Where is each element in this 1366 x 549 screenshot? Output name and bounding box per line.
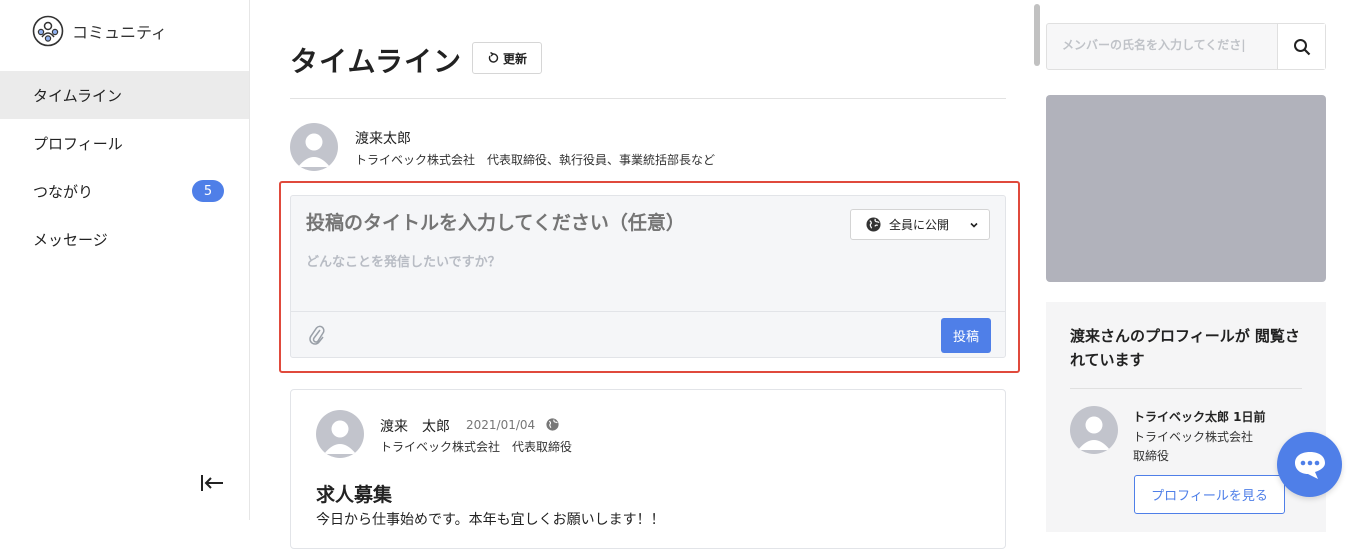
viewer-avatar[interactable] <box>1070 406 1118 454</box>
community-logo-icon <box>32 15 64 47</box>
search-button[interactable] <box>1277 24 1325 69</box>
refresh-button[interactable]: 更新 <box>472 42 542 74</box>
scrollbar-thumb[interactable] <box>1034 4 1040 66</box>
timeline-main: タイムライン 更新 渡来太郎 トライベック株式会社 代表取締役、執行役員、事業統… <box>250 0 1030 549</box>
ad-placeholder <box>1046 95 1326 282</box>
refresh-icon <box>488 52 499 63</box>
sidebar-item-messages[interactable]: メッセージ <box>0 215 249 263</box>
sidebar-item-profile[interactable]: プロフィール <box>0 119 249 167</box>
search-icon <box>1293 38 1310 55</box>
post-body-input[interactable]: どんなことを発信したいですか？ <box>306 251 501 270</box>
user-silhouette-icon <box>298 133 330 167</box>
visibility-value: 全員に公開 <box>889 218 950 232</box>
profile-viewers-panel: 渡来さんのプロフィールが 閲覧されています トライベック太郎 1日前 トライベッ… <box>1046 302 1326 532</box>
collapse-sidebar-icon[interactable] <box>199 472 225 494</box>
profile-viewers-title: 渡来さんのプロフィールが 閲覧されています <box>1070 327 1300 369</box>
sidebar: コミュニティ タイムライン プロフィール つながり 5 メッセージ <box>0 0 250 520</box>
refresh-label: 更新 <box>502 51 527 66</box>
member-search <box>1046 23 1326 70</box>
visibility-select[interactable]: 全員に公開 <box>850 209 990 240</box>
brand[interactable]: コミュニティ <box>32 15 167 47</box>
sidebar-item-label: プロフィール <box>33 134 123 153</box>
my-avatar[interactable] <box>290 123 338 171</box>
post-title-input[interactable] <box>306 212 836 234</box>
sidebar-item-connections[interactable]: つながり 5 <box>0 167 249 215</box>
globe-icon <box>866 217 881 232</box>
user-silhouette-icon <box>324 420 356 454</box>
viewer-name: トライベック太郎 1日前 <box>1133 410 1266 424</box>
post-author-description: トライベック株式会社 代表取締役 <box>380 440 573 454</box>
my-name: 渡来太郎 <box>355 131 411 147</box>
user-silhouette-icon <box>1078 416 1110 450</box>
sidebar-item-label: メッセージ <box>33 230 108 249</box>
divider <box>290 98 1006 99</box>
my-description: トライベック株式会社 代表取締役、執行役員、事業統括部長など <box>355 153 716 167</box>
public-globe-icon <box>546 418 559 431</box>
sidebar-item-timeline[interactable]: タイムライン <box>0 71 249 119</box>
app-name: コミュニティ <box>72 23 168 42</box>
chevron-down-icon <box>970 222 978 228</box>
divider <box>1070 388 1302 389</box>
post-submit-button[interactable]: 投稿 <box>941 318 991 353</box>
page-title: タイムライン <box>290 45 463 78</box>
sidebar-item-label: タイムライン <box>33 86 122 105</box>
post-date: 2021/01/04 <box>466 418 536 432</box>
post-title: 求人募集 <box>316 484 393 506</box>
attach-file-icon[interactable] <box>308 324 326 346</box>
post-composer: どんなことを発信したいですか？ 全員に公開 投稿 <box>290 195 1006 358</box>
post-body: 今日から仕事始めです。本年も宜しくお願いします！！ <box>316 512 665 528</box>
viewer-role: 取締役 <box>1133 449 1170 463</box>
post-author-avatar[interactable] <box>316 410 364 458</box>
chat-bubble-icon <box>1294 451 1325 479</box>
sidebar-item-label: つながり <box>33 182 94 201</box>
timeline-post: 渡来 太郎 2021/01/04 トライベック株式会社 代表取締役 求人募集 今… <box>290 389 1006 549</box>
view-profile-button[interactable]: プロフィールを見る <box>1134 475 1285 514</box>
member-search-input[interactable] <box>1062 38 1262 52</box>
chat-button[interactable] <box>1277 432 1342 497</box>
composer-divider <box>291 311 1005 312</box>
viewer-company: トライベック株式会社 <box>1133 430 1254 444</box>
connections-count-badge: 5 <box>192 180 224 202</box>
post-author-name[interactable]: 渡来 太郎 <box>380 416 450 436</box>
